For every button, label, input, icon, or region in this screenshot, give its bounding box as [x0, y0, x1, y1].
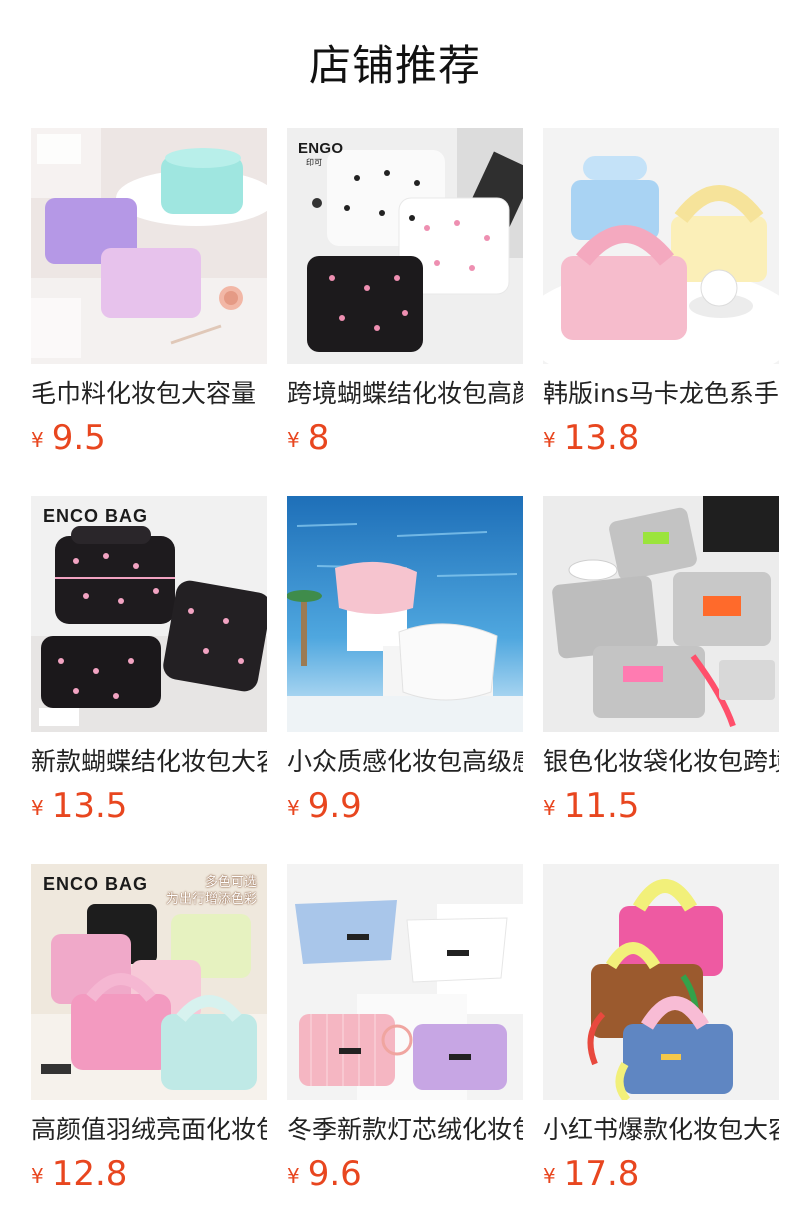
product-price: ¥8: [287, 418, 523, 463]
product-name[interactable]: 银色化妆袋化妆包跨境: [543, 746, 779, 778]
product-name[interactable]: 跨境蝴蝶结化妆包高颜: [287, 378, 523, 410]
product-image[interactable]: [543, 128, 779, 364]
product-image-silver-bags: [543, 496, 779, 732]
currency-symbol: ¥: [287, 796, 300, 820]
currency-symbol: ¥: [31, 796, 44, 820]
product-image-towel-bags: [31, 128, 267, 364]
currency-symbol: ¥: [543, 428, 556, 452]
brand-logo: ENCO BAG: [43, 506, 149, 526]
product-card[interactable]: 银色化妆袋化妆包跨境 ¥11.5: [543, 496, 779, 831]
product-name[interactable]: 小红书爆款化妆包大容: [543, 1114, 779, 1146]
product-card[interactable]: 小众质感化妆包高级感 ¥9.9: [287, 496, 523, 831]
product-image[interactable]: ENCO BAG 多色可选 为出行增添色彩: [31, 864, 267, 1100]
currency-symbol: ¥: [31, 428, 44, 452]
product-name[interactable]: 小众质感化妆包高级感: [287, 746, 523, 778]
promo-caption: 多色可选 为出行增添色彩: [165, 875, 257, 907]
product-price: ¥12.8: [31, 1154, 267, 1199]
product-name[interactable]: 冬季新款灯芯绒化妆包: [287, 1114, 523, 1146]
product-price: ¥9.5: [31, 418, 267, 463]
price-amount: 12.8: [51, 1154, 128, 1194]
currency-symbol: ¥: [543, 796, 556, 820]
product-card[interactable]: ENGO 印可 跨境蝴蝶结化妆包高颜 ¥8: [287, 128, 523, 463]
product-name[interactable]: 韩版ins马卡龙色系手: [543, 378, 779, 410]
product-price: ¥17.8: [543, 1154, 779, 1199]
product-name[interactable]: 高颜值羽绒亮面化妆包: [31, 1114, 267, 1146]
price-amount: 13.5: [51, 786, 128, 826]
price-amount: 8: [307, 418, 330, 458]
product-card[interactable]: 小红书爆款化妆包大容 ¥17.8: [543, 864, 779, 1199]
product-image-black-bow-bags: [31, 496, 267, 732]
product-image[interactable]: [543, 864, 779, 1100]
brand-logo: ENCO BAG: [43, 874, 149, 894]
product-card[interactable]: ENCO BAG 新款蝴蝶结化妆包大容 ¥13.5: [31, 496, 267, 831]
product-card[interactable]: ENCO BAG 多色可选 为出行增添色彩 高颜值羽绒亮面化妆包 ¥12.8: [31, 864, 267, 1199]
product-price: ¥13.5: [31, 786, 267, 831]
price-amount: 9.6: [307, 1154, 362, 1194]
price-amount: 13.8: [563, 418, 640, 458]
product-image-corduroy-bags: [287, 864, 523, 1100]
section-title: 店铺推荐: [308, 41, 481, 90]
product-image[interactable]: ENGO 印可: [287, 128, 523, 364]
product-card[interactable]: 毛巾料化妆包大容量 ¥9.5: [31, 128, 267, 463]
product-image[interactable]: [287, 496, 523, 732]
currency-symbol: ¥: [287, 1164, 300, 1188]
product-price: ¥9.9: [287, 786, 523, 831]
currency-symbol: ¥: [287, 428, 300, 452]
product-grid: 毛巾料化妆包大容量 ¥9.5 ENGO 印可 跨境蝴蝶结化妆包高颜 ¥ 8 韩版…: [31, 128, 790, 1199]
product-image[interactable]: [31, 128, 267, 364]
product-name[interactable]: 新款蝴蝶结化妆包大容: [31, 746, 267, 778]
price-amount: 11.5: [563, 786, 640, 826]
price-amount: 9.9: [307, 786, 362, 826]
product-image-stacked-vanity-bags: [543, 864, 779, 1100]
product-name[interactable]: 毛巾料化妆包大容量: [31, 378, 267, 410]
currency-symbol: ¥: [543, 1164, 556, 1188]
product-image-satin-pouches: [287, 496, 523, 732]
product-price: ¥13.8: [543, 418, 779, 463]
product-price: ¥9.6: [287, 1154, 523, 1199]
price-amount: 17.8: [563, 1154, 640, 1194]
product-price: ¥11.5: [543, 786, 779, 831]
product-card[interactable]: 冬季新款灯芯绒化妆包 ¥9.6: [287, 864, 523, 1199]
product-image[interactable]: ENCO BAG: [31, 496, 267, 732]
product-image-macaron-bags: [543, 128, 779, 364]
product-card[interactable]: 韩版ins马卡龙色系手 ¥13.8: [543, 128, 779, 463]
shop-recommendations-page: 店铺推荐 毛巾料化妆包大容量 ¥ 9.5 ENGO 印可 跨境蝴蝶结化妆包高颜 …: [0, 0, 790, 1232]
currency-symbol: ¥: [31, 1164, 44, 1188]
price-amount: 9.5: [51, 418, 106, 458]
product-image[interactable]: [287, 864, 523, 1100]
product-image[interactable]: [543, 496, 779, 732]
brand-logo: ENGO 印可: [298, 140, 344, 167]
